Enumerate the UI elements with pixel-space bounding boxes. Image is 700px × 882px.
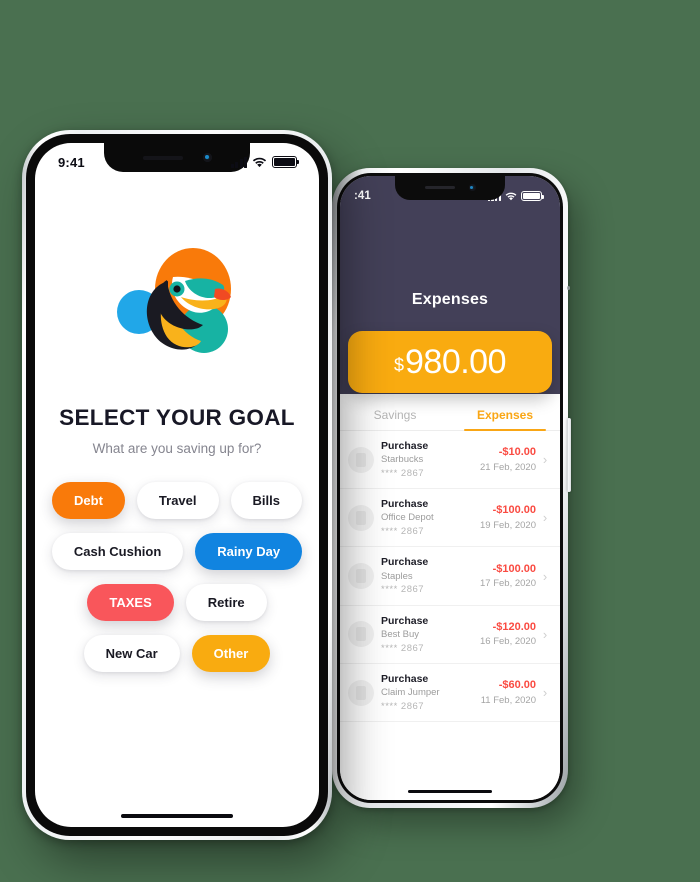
battery-icon [521, 191, 544, 201]
earpiece-speaker-icon [424, 186, 455, 189]
home-indicator-back [408, 789, 492, 793]
transaction-amount: -$60.00 [498, 679, 536, 692]
transaction-amount: -$100.00 [492, 504, 536, 517]
status-icons [231, 156, 299, 168]
chevron-right-icon[interactable]: › [540, 685, 550, 700]
transaction-card-number: **** 2867 [381, 526, 425, 538]
tab-savings[interactable]: Savings [340, 408, 450, 430]
transaction-details: Purchase Starbucks **** 2867 [381, 439, 480, 480]
power-button[interactable] [567, 418, 571, 492]
merchant-avatar-icon [348, 679, 374, 706]
transaction-amount-block: -$10.00 21 Feb, 2020 [480, 444, 536, 475]
transaction-card-number: **** 2867 [381, 467, 425, 479]
transaction-amount-block: -$100.00 17 Feb, 2020 [480, 561, 536, 592]
chevron-right-icon[interactable]: › [540, 627, 550, 642]
merchant-avatar-icon [348, 504, 374, 531]
transaction-merchant: Starbucks [381, 454, 424, 466]
tab-expenses[interactable]: Expenses [450, 408, 560, 431]
status-time: :41 [354, 190, 371, 202]
toucan-logo-svg [117, 248, 231, 353]
balance-amount: 980.00 [405, 342, 507, 381]
front-camera-icon [468, 184, 476, 191]
transaction-amount-block: -$60.00 11 Feb, 2020 [481, 677, 536, 708]
transaction-details: Purchase Claim Jumper **** 2867 [381, 672, 481, 713]
notch-back [395, 176, 505, 200]
transaction-merchant: Staples [381, 570, 413, 582]
transaction-date: 21 Feb, 2020 [480, 461, 536, 473]
table-row[interactable]: Purchase Best Buy **** 2867 -$120.00 16 Feb,… [340, 606, 560, 664]
transaction-details: Purchase Office Depot **** 2867 [381, 497, 480, 538]
table-row[interactable]: Purchase Starbucks **** 2867 -$10.00 21 Feb,… [340, 431, 560, 490]
transaction-merchant: Claim Jumper [381, 687, 440, 699]
phone-screen-expenses: :41 Expenses $ 980.00 Savings Expenses P… [340, 176, 560, 800]
merchant-avatar-icon [348, 446, 374, 473]
status-time: 9:41 [58, 154, 85, 170]
transaction-amount: -$120.00 [492, 620, 536, 633]
transaction-merchant: Office Depot [381, 512, 434, 524]
transaction-type: Purchase [381, 498, 429, 511]
goal-chip-cash-cushion[interactable]: Cash Cushion [51, 533, 184, 570]
phone-bezel-front: 9:41 SELECT YOUR GOAL What are you savin… [26, 134, 328, 836]
chevron-right-icon[interactable]: › [540, 569, 550, 584]
merchant-avatar-icon [348, 563, 374, 590]
goal-chip-taxes[interactable]: TAXES [87, 584, 174, 621]
expenses-body: Savings Expenses Purchase Starbucks **** 2… [340, 394, 560, 800]
chevron-right-icon[interactable]: › [540, 510, 550, 525]
phone-screen-select-goal: 9:41 SELECT YOUR GOAL What are you savin… [35, 143, 319, 827]
transaction-amount: -$100.00 [492, 562, 536, 575]
goal-chip-other[interactable]: Other [191, 635, 271, 672]
page-title-expenses: Expenses [411, 291, 489, 308]
transaction-merchant: Best Buy [381, 628, 420, 640]
transaction-type: Purchase [381, 672, 429, 685]
goal-chip-group: Debt Travel Bills Cash Cushion Rainy Day TAXE… [51, 482, 303, 672]
select-goal-content: SELECT YOUR GOAL What are you saving up … [35, 177, 319, 814]
wifi-icon [505, 192, 517, 200]
transaction-amount-block: -$120.00 16 Feb, 2020 [480, 619, 536, 650]
phone-bezel-back: :41 Expenses $ 980.00 Savings Expenses P… [337, 173, 563, 803]
transaction-card-number: **** 2867 [381, 700, 425, 712]
balance-card: $ 980.00 [348, 331, 552, 393]
transaction-type: Purchase [381, 556, 429, 569]
page-subtitle: What are you saving up for? [92, 441, 262, 456]
table-row[interactable]: Purchase Office Depot **** 2867 -$100.00 19 … [340, 489, 560, 548]
transaction-date: 17 Feb, 2020 [480, 578, 536, 590]
goal-chip-bills[interactable]: Bills [230, 482, 302, 519]
goal-chip-new-car[interactable]: New Car [83, 635, 180, 672]
scene: :41 Expenses $ 980.00 Savings Expenses P… [0, 0, 700, 882]
page-title-select-goal: SELECT YOUR GOAL [59, 405, 295, 430]
goal-chip-rainy-day[interactable]: Rainy Day [195, 533, 303, 570]
toucan-logo [111, 245, 243, 365]
cellular-signal-icon [231, 156, 247, 168]
goal-chip-debt[interactable]: Debt [52, 482, 125, 519]
goal-chip-travel[interactable]: Travel [136, 482, 219, 519]
battery-icon [272, 156, 299, 168]
transaction-details: Purchase Staples **** 2867 [381, 555, 480, 596]
chevron-right-icon[interactable]: › [540, 452, 550, 467]
transaction-amount: -$10.00 [498, 446, 536, 459]
transaction-date: 16 Feb, 2020 [480, 636, 536, 648]
phone-device-front: 9:41 SELECT YOUR GOAL What are you savin… [22, 130, 332, 840]
transaction-date: 11 Feb, 2020 [480, 694, 536, 706]
wifi-icon [252, 157, 267, 167]
currency-symbol: $ [393, 354, 404, 375]
table-row[interactable]: Purchase Claim Jumper **** 2867 -$60.00 11 F… [340, 664, 560, 723]
transaction-type: Purchase [381, 614, 429, 627]
status-bar-front: 9:41 [35, 143, 319, 177]
table-row[interactable]: Purchase Staples **** 2867 -$100.00 17 Feb, … [340, 547, 560, 606]
transaction-list: Purchase Starbucks **** 2867 -$10.00 21 Feb,… [340, 431, 560, 723]
tab-bar: Savings Expenses [340, 394, 560, 431]
transaction-date: 19 Feb, 2020 [480, 519, 536, 531]
transaction-type: Purchase [381, 440, 429, 452]
transaction-card-number: **** 2867 [381, 642, 425, 654]
home-indicator-front [121, 813, 233, 818]
goal-chip-retire[interactable]: Retire [185, 584, 267, 621]
merchant-avatar-icon [348, 621, 374, 648]
antenna-seam [567, 286, 570, 290]
transaction-amount-block: -$100.00 19 Feb, 2020 [480, 502, 536, 533]
phone-device-back: :41 Expenses $ 980.00 Savings Expenses P… [332, 168, 571, 808]
transaction-details: Purchase Best Buy **** 2867 [381, 614, 480, 655]
transaction-card-number: **** 2867 [381, 584, 425, 596]
